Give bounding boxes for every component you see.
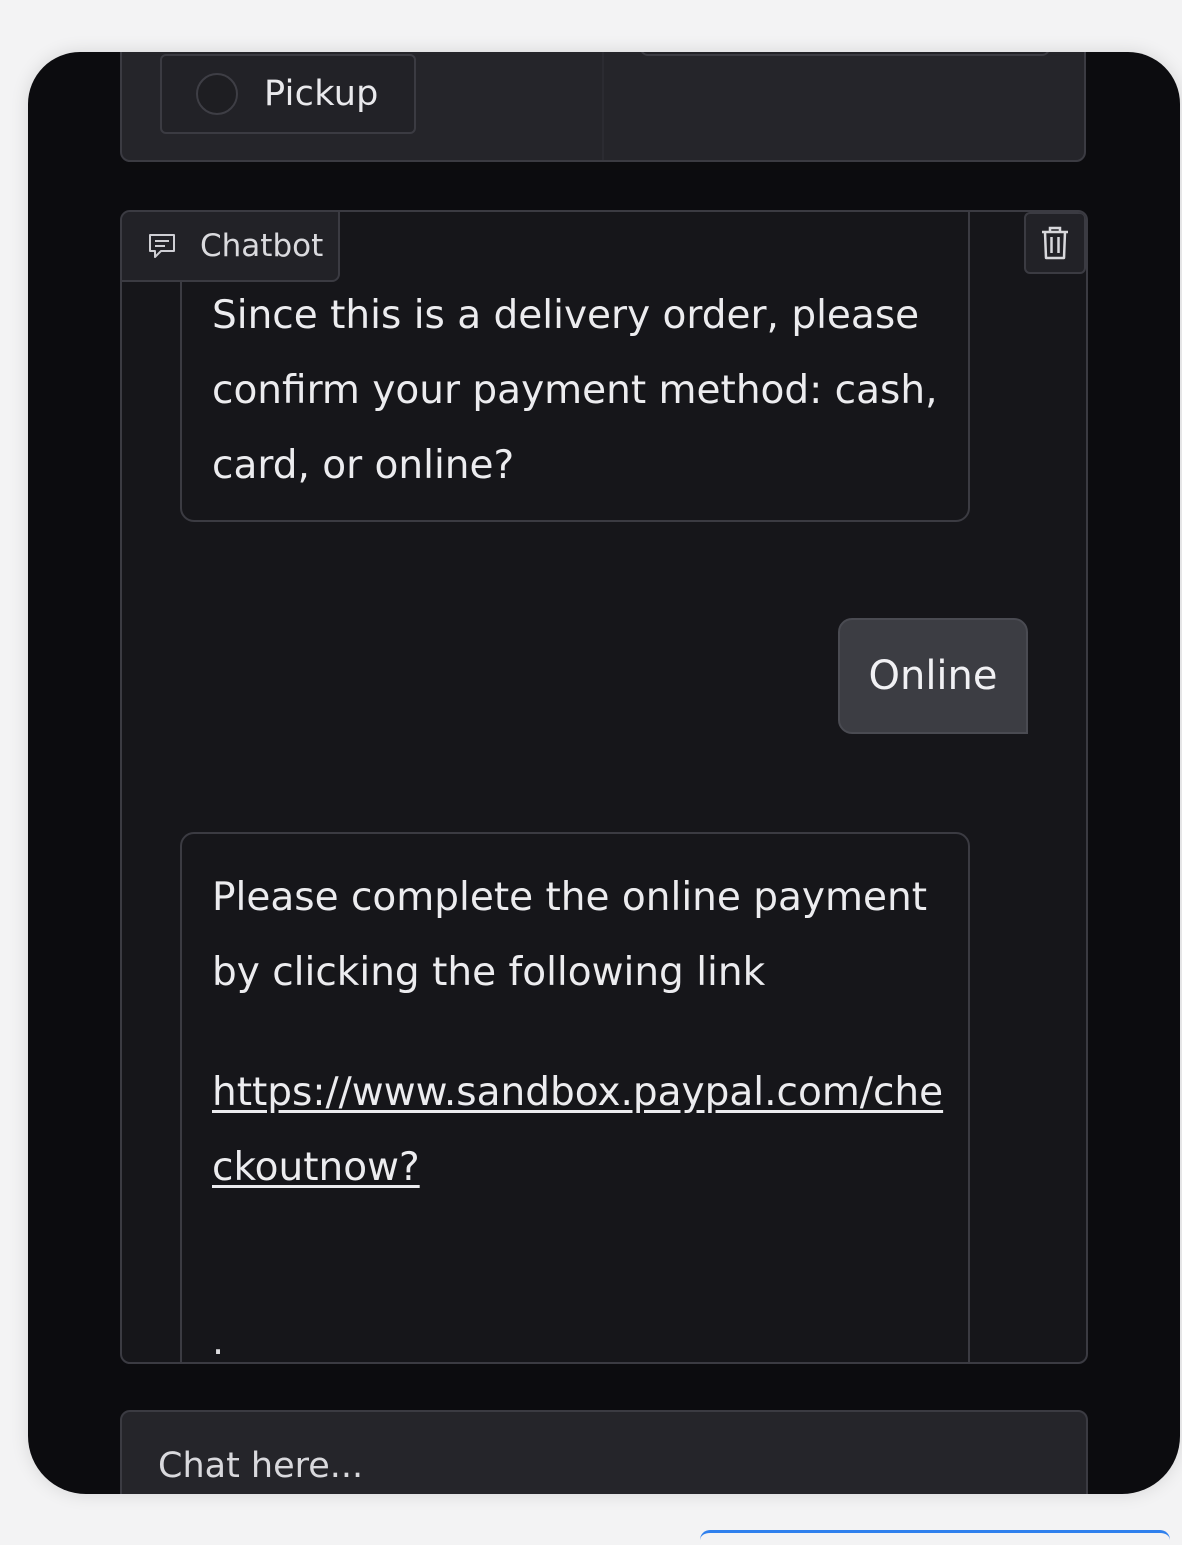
message-trailing-text: .	[212, 1319, 225, 1363]
chat-bubble-icon	[149, 234, 175, 258]
clear-chat-button[interactable]	[1024, 212, 1086, 274]
bot-message-text: Please complete the online payment by cl…	[212, 875, 928, 995]
chatbot-label-text: Chatbot	[200, 228, 324, 264]
bot-message-text: Since this is a delivery order, please c…	[212, 293, 938, 488]
order-options-panel: Pickup	[120, 52, 1086, 162]
app-window: Pickup Chatbot Since this is a delivery	[28, 52, 1180, 1494]
chat-input[interactable]: Chat here...	[120, 1410, 1088, 1494]
payment-link[interactable]: https://www.sandbox.paypal.com/checkoutn…	[212, 1055, 944, 1205]
user-message: Online	[838, 618, 1028, 734]
panel-divider	[602, 52, 604, 160]
bot-message: Please complete the online payment by cl…	[180, 832, 970, 1363]
chatbot-label: Chatbot	[122, 212, 340, 282]
accent-bar	[700, 1530, 1170, 1545]
user-message-text: Online	[868, 653, 998, 699]
trash-icon	[1042, 226, 1068, 260]
pickup-radio-option[interactable]: Pickup	[160, 54, 416, 134]
top-text-field[interactable]	[640, 52, 1050, 56]
chat-input-placeholder: Chat here...	[158, 1446, 364, 1486]
pickup-label: Pickup	[264, 74, 379, 114]
radio-circle-icon[interactable]	[196, 73, 238, 115]
chatbot-panel: Chatbot Since this is a delivery order, …	[120, 210, 1088, 1364]
